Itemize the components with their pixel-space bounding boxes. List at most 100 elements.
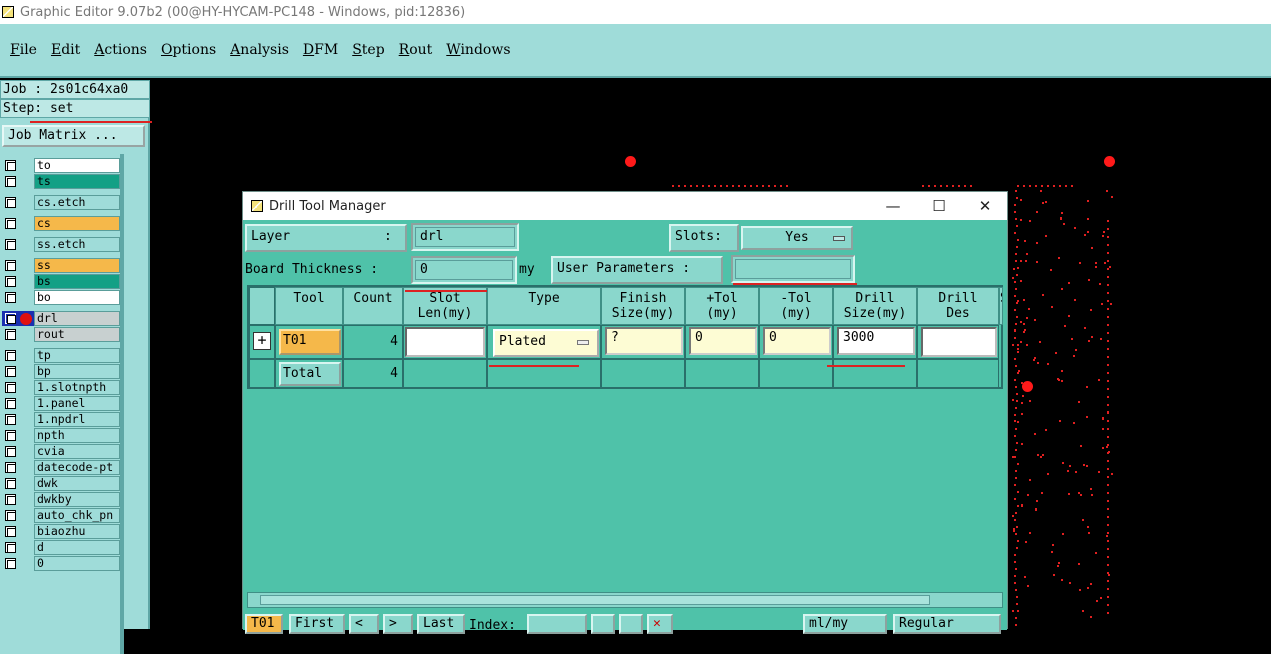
delete-icon[interactable]: ✕ [647,614,673,634]
table-horizontal-scrollbar[interactable] [247,592,1003,608]
layer-item-0[interactable]: 0 [2,556,120,571]
drill-hole-marker [1014,582,1016,584]
menu-windows[interactable]: Windows [446,42,510,58]
expand-icon[interactable]: + [253,332,271,350]
menu-dfm[interactable]: DFM [303,42,338,58]
layer-field[interactable]: drl [411,223,519,251]
job-matrix-button[interactable]: Job Matrix ... [2,125,145,147]
drill-hole-marker [1107,348,1109,350]
current-tool-button[interactable]: T01 [245,614,283,634]
slot-len-input[interactable] [405,327,485,357]
layer-item-cvia[interactable]: cvia [2,444,120,459]
drill-des-input[interactable] [921,327,997,357]
layer-item-auto-chk-pn[interactable]: auto_chk_pn [2,508,120,523]
layer-checkbox[interactable] [5,478,16,489]
layer-item-dwkby[interactable]: dwkby [2,492,120,507]
layer-checkbox[interactable] [5,350,16,361]
minimize-button[interactable]: — [879,196,907,216]
layer-item-1-npdrl[interactable]: 1.npdrl [2,412,120,427]
layer-item-1-slotnpth[interactable]: 1.slotnpth [2,380,120,395]
layer-name: cs [34,216,120,231]
layer-item-datecode-pt[interactable]: datecode-pt [2,460,120,475]
layer-checkbox[interactable] [5,430,16,441]
app-icon [2,6,14,18]
scrollbar-thumb[interactable] [260,595,930,605]
menu-rout[interactable]: Rout [399,42,433,58]
minus-tol-input[interactable]: 0 [763,327,831,355]
plus-tol-input[interactable]: 0 [689,327,757,355]
layer-item-cs[interactable]: cs [2,216,120,231]
layer-item-cs-etch[interactable]: cs.etch [2,195,120,210]
units-dropdown[interactable]: ml/my [803,614,887,634]
layer-checkbox[interactable] [5,176,16,187]
drill-hole-marker [1082,610,1084,612]
first-button[interactable]: First [289,614,345,634]
layer-checkbox[interactable] [5,462,16,473]
layer-item-1-panel[interactable]: 1.panel [2,396,120,411]
index-input[interactable] [527,614,587,634]
layer-checkbox[interactable] [5,197,16,208]
layer-checkbox[interactable] [5,329,16,340]
menu-actions[interactable]: Actions [94,42,147,58]
drill-hole-marker [720,185,722,187]
layer-checkbox[interactable] [5,510,16,521]
layer-checkbox[interactable] [5,542,16,553]
header-drill-size: Drill Size(my) [833,287,917,325]
layer-checkbox[interactable] [5,218,16,229]
layer-checkbox[interactable] [5,160,16,171]
layer-item-rout[interactable]: rout [2,327,120,342]
filter-icon[interactable] [591,614,615,634]
user-parameters-field[interactable] [731,255,855,283]
drill-hole-marker [1029,400,1031,402]
layer-checkbox[interactable] [5,494,16,505]
close-button[interactable]: ✕ [971,196,999,216]
layer-item-dwk[interactable]: dwk [2,476,120,491]
layer-checkbox[interactable] [5,558,16,569]
prev-button[interactable]: < [349,614,379,634]
menu-edit[interactable]: Edit [51,42,80,58]
layer-list-scrollbar[interactable] [120,154,124,654]
layer-checkbox[interactable] [5,260,16,271]
menu-file[interactable]: File [10,42,37,58]
finish-size-input[interactable]: ? [605,327,683,355]
layer-checkbox[interactable] [5,313,16,324]
layer-item-bp[interactable]: bp [2,364,120,379]
drill-hole-marker [1107,324,1109,326]
next-button[interactable]: > [383,614,413,634]
layer-item-ts[interactable]: ts [2,174,120,189]
layer-item-tp[interactable]: tp [2,348,120,363]
layer-checkbox[interactable] [5,526,16,537]
layer-item-to[interactable]: to [2,158,120,173]
layer-item-biaozhu[interactable]: biaozhu [2,524,120,539]
layer-checkbox[interactable] [5,276,16,287]
layer-item-bo[interactable]: bo [2,290,120,305]
drill-size-input[interactable]: 3000 [837,327,915,355]
menu-analysis[interactable]: Analysis [230,42,289,58]
layer-item-ss[interactable]: ss [2,258,120,273]
layer-checkbox[interactable] [5,292,16,303]
last-button[interactable]: Last [417,614,465,634]
menu-options[interactable]: Options [161,42,216,58]
drill-hole-marker [1062,533,1064,535]
sort-icon[interactable] [619,614,643,634]
layer-checkbox[interactable] [5,446,16,457]
layer-item-d[interactable]: d [2,540,120,555]
type-dropdown[interactable]: Plated [493,329,599,357]
layer-item-bs[interactable]: bs [2,274,120,289]
tool-button[interactable]: T01 [279,329,341,355]
layer-item-npth[interactable]: npth [2,428,120,443]
layer-item-drl[interactable]: drl [2,311,120,326]
layer-item-ss-etch[interactable]: ss.etch [2,237,120,252]
layer-checkbox[interactable] [5,239,16,250]
board-thickness-field[interactable]: 0 [411,256,517,284]
mode-dropdown[interactable]: Regular [893,614,1001,634]
slots-dropdown[interactable]: Yes [741,226,853,250]
layer-checkbox[interactable] [5,398,16,409]
layer-checkbox[interactable] [5,366,16,377]
drill-hole-marker [1107,404,1109,406]
menu-step[interactable]: Step [352,42,384,58]
drill-hole-marker [1107,388,1109,390]
layer-checkbox[interactable] [5,382,16,393]
maximize-button[interactable]: ☐ [925,196,953,216]
layer-checkbox[interactable] [5,414,16,425]
